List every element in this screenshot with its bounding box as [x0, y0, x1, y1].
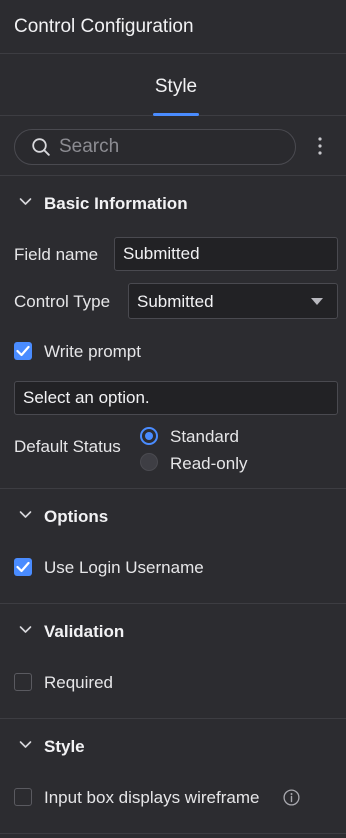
section-validation: Validation Required	[0, 604, 346, 719]
section-header-basic-information[interactable]: Basic Information	[0, 176, 346, 230]
field-name-label: Field name	[14, 245, 99, 264]
section-header-options[interactable]: Options	[0, 489, 346, 543]
tab-bar: Style	[0, 54, 346, 116]
search-row	[0, 116, 346, 176]
info-icon[interactable]	[283, 789, 300, 806]
write-prompt-label: Write prompt	[44, 342, 141, 361]
use-login-username-label: Use Login Username	[44, 558, 204, 577]
use-login-username-checkbox[interactable]	[14, 558, 32, 576]
chevron-down-icon	[19, 198, 32, 205]
write-prompt-checkbox[interactable]	[14, 342, 32, 360]
chevron-down-icon	[19, 741, 32, 748]
section-style: Style Input box displays wireframe	[0, 719, 346, 834]
control-configuration-panel: Control Configuration Style Basic Infor	[0, 0, 346, 838]
section-title: Style	[44, 737, 85, 756]
panel-title: Control Configuration	[14, 15, 194, 37]
tab-style-label: Style	[154, 76, 198, 97]
section-options: Options Use Login Username	[0, 489, 346, 604]
search-input[interactable]	[59, 134, 279, 160]
default-status-label: Default Status	[14, 437, 121, 456]
wireframe-label: Input box displays wireframe	[44, 788, 260, 807]
field-name-input[interactable]	[114, 237, 338, 271]
section-title: Validation	[44, 622, 125, 641]
more-options-icon[interactable]	[313, 135, 327, 157]
chevron-down-icon	[19, 511, 32, 518]
search-icon	[32, 138, 50, 156]
checkmark-icon	[16, 345, 30, 357]
required-label: Required	[44, 673, 113, 692]
control-type-select[interactable]: Submitted	[128, 283, 338, 319]
section-header-validation[interactable]: Validation	[0, 604, 346, 658]
search-box[interactable]	[14, 129, 296, 165]
control-type-value: Submitted	[137, 292, 214, 311]
section-header-style[interactable]: Style	[0, 719, 346, 773]
section-title: Options	[44, 507, 109, 526]
section-basic-information: Basic Information Field name Control Typ…	[0, 176, 346, 489]
control-type-label: Control Type	[14, 292, 111, 311]
checkmark-icon	[16, 561, 30, 573]
prompt-input[interactable]	[14, 381, 338, 415]
tab-style[interactable]: Style	[153, 54, 199, 116]
radio-standard[interactable]	[140, 427, 158, 445]
radio-read-only-label: Read-only	[170, 454, 248, 473]
caret-down-icon	[311, 298, 323, 305]
wireframe-checkbox[interactable]	[14, 788, 32, 806]
chevron-down-icon	[19, 626, 32, 633]
required-checkbox[interactable]	[14, 673, 32, 691]
radio-read-only[interactable]	[140, 453, 158, 471]
panel-header: Control Configuration	[0, 0, 346, 54]
section-title: Basic Information	[44, 194, 188, 213]
radio-standard-label: Standard	[170, 427, 239, 446]
